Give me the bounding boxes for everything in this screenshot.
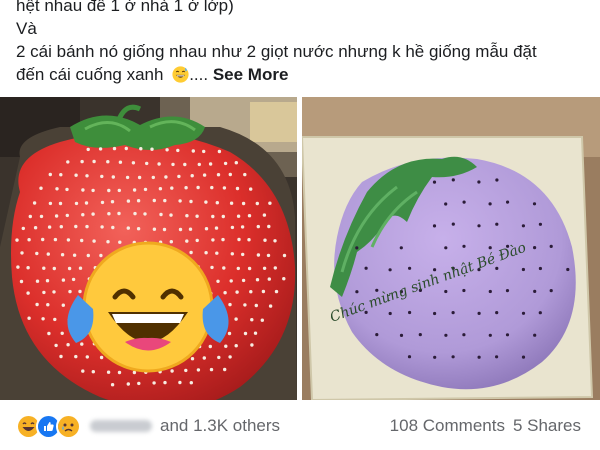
red-strawberry-cake-image — [0, 97, 297, 400]
sad-reaction-icon — [56, 413, 81, 439]
purple-strawberry-cake-image: Chúc mừng sinh nhật Bé Đào — [302, 97, 600, 400]
post-text-fragment: đến cái cuống xanh — [16, 65, 164, 84]
facebook-post: hệt nhau để 1 ở nhà 1 ở lớp) Và 2 cái bá… — [0, 0, 600, 450]
grinning-sweat-emoji-icon — [172, 66, 189, 83]
reactions-summary[interactable]: and 1.3K others — [16, 413, 281, 439]
engagement-counts: 108 Comments 5 Shares — [390, 416, 581, 436]
post-text-line: hệt nhau để 1 ở nhà 1 ở lớp) — [16, 0, 234, 15]
post-text: hệt nhau để 1 ở nhà 1 ở lớp) Và 2 cái bá… — [16, 0, 586, 86]
red-strawberry-cake-photo[interactable] — [0, 97, 297, 400]
see-more-link[interactable]: See More — [213, 65, 289, 84]
purple-strawberry-cake-photo[interactable]: Chúc mừng sinh nhật Bé Đào — [302, 97, 600, 400]
reaction-count-text: and 1.3K others — [160, 416, 281, 435]
post-text-line: Và — [16, 19, 37, 38]
shares-count-link[interactable]: 5 Shares — [513, 416, 581, 436]
comments-count-link[interactable]: 108 Comments — [390, 416, 505, 436]
post-footer: and 1.3K others 108 Comments 5 Shares — [0, 400, 600, 450]
post-text-line: 2 cái bánh nó giống nhau như 2 giọt nước… — [16, 42, 537, 61]
blurred-user-name — [90, 420, 152, 432]
post-text-line-last: đến cái cuống xanh .... See More — [16, 63, 586, 86]
ellipsis-text: .... — [189, 65, 209, 84]
